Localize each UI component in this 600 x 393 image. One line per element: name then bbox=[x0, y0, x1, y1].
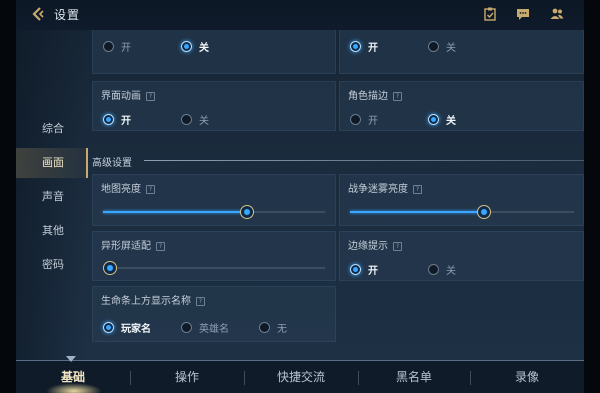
outline-on-radio[interactable]: 开 bbox=[350, 112, 378, 127]
outline-card: 角色描边? 开 关 bbox=[339, 81, 584, 131]
partial-left-on-radio[interactable]: 开 bbox=[103, 39, 131, 54]
notch-adapt-slider[interactable] bbox=[103, 261, 325, 275]
info-icon[interactable]: ? bbox=[196, 296, 205, 306]
name-display-hero-radio[interactable]: 英雄名 bbox=[181, 320, 229, 335]
partial-left-off-radio[interactable]: 关 bbox=[181, 39, 209, 54]
tab-replays[interactable]: 录像 bbox=[470, 361, 584, 393]
fog-brightness-card: 战争迷雾亮度? bbox=[339, 174, 584, 226]
nav-item-graphics[interactable]: 画面 bbox=[16, 148, 88, 178]
tab-controls[interactable]: 操作 bbox=[130, 361, 244, 393]
nav-item-sound[interactable]: 声音 bbox=[16, 182, 88, 212]
nav-item-password[interactable]: 密码 bbox=[16, 250, 88, 280]
map-brightness-title: 地图亮度 bbox=[101, 184, 141, 195]
settings-screen: 设置 综合 画面 声音 其他 密码 开 关 开 关 界面动画 ? 开 关 角色描… bbox=[0, 0, 600, 393]
clipboard-check-icon[interactable] bbox=[482, 6, 498, 22]
tab-blacklist[interactable]: 黑名单 bbox=[358, 361, 470, 393]
right-frame bbox=[584, 0, 600, 393]
outline-title: 角色描边 bbox=[348, 91, 388, 102]
ui-animation-on-radio[interactable]: 开 bbox=[103, 112, 131, 127]
section-divider bbox=[144, 160, 584, 161]
edge-hint-on-radio[interactable]: 开 bbox=[350, 262, 378, 277]
notch-adapt-title: 异形屏适配 bbox=[101, 241, 151, 252]
outline-off-radio[interactable]: 关 bbox=[428, 112, 456, 127]
map-brightness-slider[interactable] bbox=[103, 205, 325, 219]
name-display-title: 生命条上方显示名称 bbox=[101, 296, 191, 307]
name-display-player-radio[interactable]: 玩家名 bbox=[103, 320, 151, 335]
settings-panel: 综合 画面 声音 其他 密码 开 关 开 关 界面动画? 开 关 角色描边? 开… bbox=[16, 30, 584, 360]
friends-icon[interactable] bbox=[549, 6, 565, 22]
tab-basic[interactable]: 基础 bbox=[16, 361, 130, 393]
nav-item-general[interactable]: 综合 bbox=[16, 114, 88, 144]
partial-setting-card-left: 开 关 bbox=[92, 30, 336, 74]
back-icon[interactable] bbox=[30, 6, 46, 22]
partial-setting-card-right: 开 关 bbox=[339, 30, 584, 74]
edge-hint-off-radio[interactable]: 关 bbox=[428, 262, 456, 277]
info-icon[interactable]: ? bbox=[156, 241, 165, 251]
fog-brightness-slider[interactable] bbox=[350, 205, 574, 219]
partial-right-on-radio[interactable]: 开 bbox=[350, 39, 378, 54]
partial-right-off-radio[interactable]: 关 bbox=[428, 39, 456, 54]
bottom-tab-bar: 基础 操作 快捷交流 黑名单 录像 bbox=[16, 356, 584, 393]
slider-knob[interactable] bbox=[240, 205, 255, 219]
name-display-none-radio[interactable]: 无 bbox=[259, 320, 287, 335]
advanced-settings-label: 高级设置 bbox=[92, 158, 132, 169]
ui-animation-off-radio[interactable]: 关 bbox=[181, 112, 209, 127]
info-icon[interactable]: ? bbox=[393, 241, 402, 251]
edge-hint-card: 边缘提示? 开 关 bbox=[339, 231, 584, 281]
fog-brightness-title: 战争迷雾亮度 bbox=[348, 184, 408, 195]
ui-animation-title: 界面动画 bbox=[101, 91, 141, 102]
page-title: 设置 bbox=[54, 8, 81, 22]
name-display-card: 生命条上方显示名称? 玩家名 英雄名 无 bbox=[92, 286, 336, 342]
info-icon[interactable]: ? bbox=[146, 184, 155, 194]
header-bar: 设置 bbox=[16, 0, 584, 30]
nav-item-other[interactable]: 其他 bbox=[16, 216, 88, 246]
tab-quick-chat[interactable]: 快捷交流 bbox=[244, 361, 358, 393]
slider-knob[interactable] bbox=[477, 205, 492, 219]
notch-adapt-card: 异形屏适配? bbox=[92, 231, 336, 281]
map-brightness-card: 地图亮度? bbox=[92, 174, 336, 226]
info-icon[interactable]: ? bbox=[146, 91, 155, 101]
edge-hint-title: 边缘提示 bbox=[348, 241, 388, 252]
chat-icon[interactable] bbox=[515, 6, 531, 22]
info-icon[interactable]: ? bbox=[393, 91, 402, 101]
slider-knob[interactable] bbox=[103, 261, 117, 275]
left-frame bbox=[0, 0, 16, 393]
ui-animation-card: 界面动画? 开 关 bbox=[92, 81, 336, 131]
info-icon[interactable]: ? bbox=[413, 184, 422, 194]
